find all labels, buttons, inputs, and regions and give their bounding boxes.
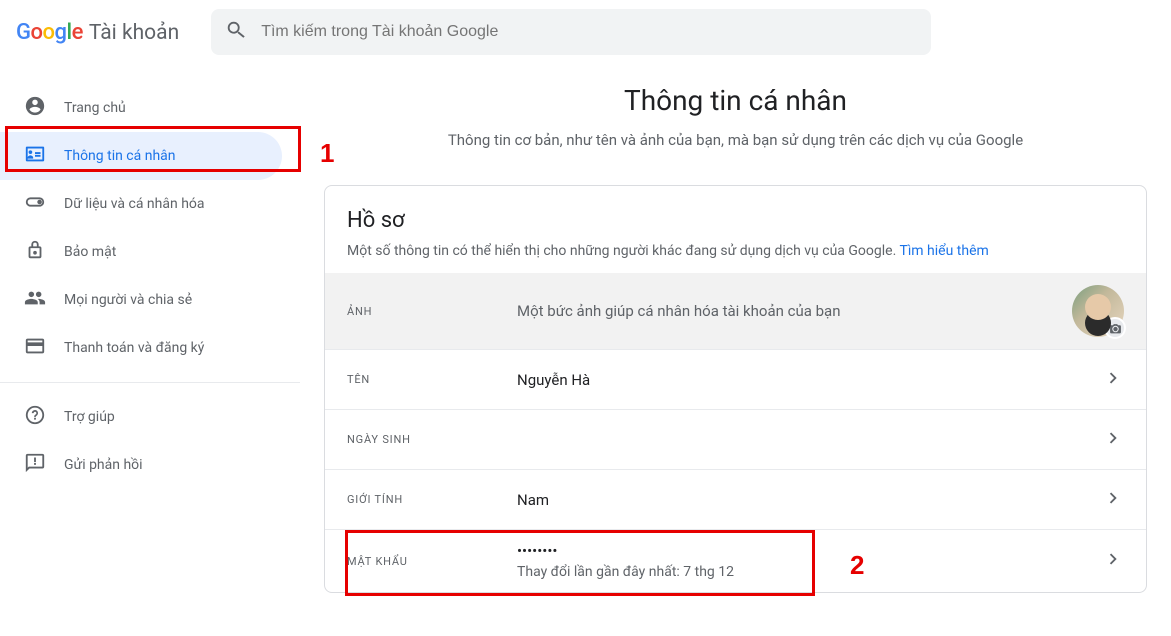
id-card-icon: [24, 143, 46, 169]
row-label: MẬT KHẨU: [347, 555, 517, 568]
sidebar-item-people-sharing[interactable]: Mọi người và chia sẻ: [0, 276, 282, 324]
people-icon: [24, 287, 46, 313]
sidebar-item-label: Mọi người và chia sẻ: [64, 292, 192, 308]
row-label: NGÀY SINH: [347, 433, 517, 446]
sidebar-item-data-personalization[interactable]: Dữ liệu và cá nhân hóa: [0, 180, 282, 228]
sidebar-item-label: Trang chủ: [64, 100, 126, 116]
sidebar-item-label: Thanh toán và đăng ký: [64, 340, 204, 356]
row-label: ẢNH: [347, 305, 517, 318]
sidebar-item-personal-info[interactable]: Thông tin cá nhân: [0, 132, 282, 180]
credit-card-icon: [24, 335, 46, 361]
header: Google Tài khoản: [0, 0, 1171, 64]
row-photo[interactable]: ẢNH Một bức ảnh giúp cá nhân hóa tài kho…: [325, 273, 1146, 349]
row-value: Một bức ảnh giúp cá nhân hóa tài khoản c…: [517, 302, 1072, 320]
sidebar-item-security[interactable]: Bảo mật: [0, 228, 282, 276]
logo[interactable]: Google Tài khoản: [16, 20, 179, 45]
row-label: TÊN: [347, 373, 517, 386]
search-input[interactable]: [261, 23, 917, 41]
main-content: Thông tin cá nhân Thông tin cơ bản, như …: [300, 64, 1171, 593]
toggle-icon: [24, 191, 46, 217]
card-desc-text: Một số thông tin có thể hiển thị cho nhữ…: [347, 243, 896, 259]
sidebar-item-label: Bảo mật: [64, 244, 116, 260]
row-label: GIỚI TÍNH: [347, 493, 517, 506]
annotation-number-2: 2: [850, 550, 864, 581]
password-mask: ••••••••: [517, 542, 1102, 560]
camera-icon: [1104, 317, 1126, 339]
sidebar-item-home[interactable]: Trang chủ: [0, 84, 282, 132]
feedback-icon: [24, 452, 46, 478]
row-password[interactable]: MẬT KHẨU •••••••• Thay đổi lần gần đây n…: [325, 529, 1146, 592]
sidebar-item-help[interactable]: Trợ giúp: [0, 393, 282, 441]
card-header: Hồ sơ Một số thông tin có thể hiển thị c…: [325, 186, 1146, 273]
user-circle-icon: [24, 95, 46, 121]
sidebar-item-feedback[interactable]: Gửi phản hồi: [0, 441, 282, 489]
chevron-right-icon: [1102, 367, 1124, 393]
row-gender[interactable]: GIỚI TÍNH Nam: [325, 469, 1146, 529]
sidebar-item-label: Dữ liệu và cá nhân hóa: [64, 196, 205, 212]
annotation-number-1: 1: [320, 138, 334, 169]
row-value: Nguyễn Hà: [517, 371, 1102, 389]
sidebar-item-label: Thông tin cá nhân: [64, 148, 176, 164]
profile-card: Hồ sơ Một số thông tin có thể hiển thị c…: [324, 185, 1147, 593]
row-birthday[interactable]: NGÀY SINH: [325, 409, 1146, 469]
page-title: Thông tin cá nhân: [324, 84, 1147, 117]
learn-more-link[interactable]: Tìm hiểu thêm: [899, 243, 988, 259]
page-subtitle: Thông tin cơ bản, như tên và ảnh của bạn…: [324, 131, 1147, 149]
sidebar-item-payments[interactable]: Thanh toán và đăng ký: [0, 324, 282, 372]
row-value: Nam: [517, 491, 1102, 509]
sidebar-item-label: Trợ giúp: [64, 409, 115, 425]
lock-icon: [24, 239, 46, 265]
search-bar[interactable]: [211, 9, 931, 55]
password-last-changed: Thay đổi lần gần đây nhất: 7 thg 12: [517, 564, 1102, 580]
search-icon: [225, 19, 247, 45]
help-icon: [24, 404, 46, 430]
avatar[interactable]: [1072, 285, 1124, 337]
chevron-right-icon: [1102, 487, 1124, 513]
product-name: Tài khoản: [89, 21, 179, 45]
sidebar-item-label: Gửi phản hồi: [64, 457, 143, 473]
chevron-right-icon: [1102, 548, 1124, 574]
row-value: •••••••• Thay đổi lần gần đây nhất: 7 th…: [517, 542, 1102, 580]
google-logo: Google: [16, 20, 83, 45]
divider: [0, 382, 300, 383]
card-description: Một số thông tin có thể hiển thị cho nhữ…: [347, 243, 1124, 259]
sidebar: Trang chủ Thông tin cá nhân Dữ liệu và c…: [0, 64, 300, 593]
chevron-right-icon: [1102, 427, 1124, 453]
card-title: Hồ sơ: [347, 208, 1124, 233]
row-name[interactable]: TÊN Nguyễn Hà: [325, 349, 1146, 409]
